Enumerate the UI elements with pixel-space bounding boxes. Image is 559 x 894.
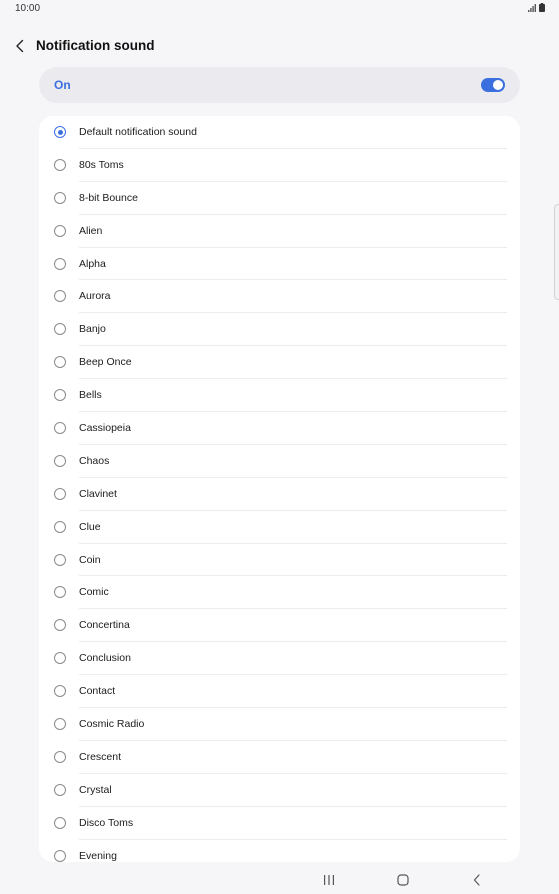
toggle-knob	[493, 80, 503, 90]
sound-item[interactable]: Crystal	[39, 774, 520, 807]
radio-button[interactable]	[54, 422, 66, 435]
sound-item-label: Crystal	[79, 783, 112, 796]
sound-item-label: Aurora	[79, 290, 111, 303]
sound-item-label: Crescent	[79, 750, 122, 763]
sound-item-label: Beep Once	[79, 356, 132, 369]
signal-icon	[528, 3, 536, 12]
sound-item[interactable]: Alpha	[39, 248, 520, 281]
sound-list: Default notification sound 80s Toms 8-bit …	[39, 116, 520, 862]
radio-button[interactable]	[54, 816, 66, 829]
sound-item-label: Alien	[79, 224, 103, 237]
sound-item[interactable]: Clue	[39, 511, 520, 544]
recent-apps-button[interactable]	[321, 872, 337, 888]
sound-item-label: Clavinet	[79, 487, 117, 500]
status-icons	[528, 3, 545, 12]
sound-item[interactable]: Crescent	[39, 741, 520, 774]
sound-item[interactable]: Aurora	[39, 280, 520, 314]
sound-item-label: Bells	[79, 389, 102, 402]
radio-button[interactable]	[54, 126, 66, 138]
sound-item-label: Alpha	[79, 257, 106, 270]
radio-button[interactable]	[54, 520, 66, 533]
sound-item[interactable]: Cosmic Radio	[39, 708, 520, 741]
master-toggle[interactable]	[481, 78, 505, 92]
radio-button[interactable]	[54, 356, 66, 369]
sound-item[interactable]: Chaos	[39, 445, 520, 478]
radio-button[interactable]	[54, 224, 66, 237]
sound-item[interactable]: Contact	[39, 675, 520, 708]
app-bar: Notification sound	[0, 30, 559, 62]
sound-list-card: Default notification sound 80s Toms 8-bit …	[39, 116, 520, 862]
radio-button[interactable]	[54, 750, 66, 763]
sound-item-label: Clue	[79, 520, 101, 533]
radio-button[interactable]	[54, 685, 66, 698]
page-title: Notification sound	[36, 38, 155, 53]
radio-button[interactable]	[54, 290, 66, 303]
sound-item[interactable]: Disco Toms	[39, 807, 520, 840]
sound-item-label: Concertina	[79, 619, 130, 632]
master-switch-row[interactable]: On	[39, 67, 520, 103]
radio-button[interactable]	[54, 323, 66, 336]
sound-item-label: Default notification sound	[79, 126, 197, 138]
sound-item-label: Contact	[79, 685, 116, 698]
sound-item-label: Banjo	[79, 323, 106, 336]
sound-item[interactable]: Coin	[39, 544, 520, 577]
sound-item[interactable]: Default notification sound	[39, 116, 520, 149]
radio-button[interactable]	[54, 257, 66, 270]
nav-back-button[interactable]	[469, 872, 485, 888]
back-button[interactable]	[10, 36, 30, 56]
status-bar: 10:00	[0, 0, 559, 18]
radio-button[interactable]	[54, 783, 66, 796]
sound-item-label: Chaos	[79, 454, 110, 467]
sound-item[interactable]: Conclusion	[39, 642, 520, 676]
sound-item[interactable]: Clavinet	[39, 478, 520, 511]
back-icon	[473, 874, 480, 886]
sound-item-label: Comic	[79, 586, 109, 599]
radio-button[interactable]	[54, 389, 66, 402]
sound-item-label: Evening	[79, 849, 117, 862]
radio-button[interactable]	[54, 849, 66, 862]
sound-item[interactable]: Comic	[39, 576, 520, 610]
sound-item-label: 8-bit Bounce	[79, 191, 138, 204]
sound-item[interactable]: Cassiopeia	[39, 412, 520, 445]
home-icon	[397, 874, 409, 886]
battery-icon	[539, 3, 545, 12]
recent-apps-icon	[324, 875, 334, 885]
radio-button[interactable]	[54, 652, 66, 665]
sound-item-label: 80s Toms	[79, 158, 124, 171]
radio-button[interactable]	[54, 586, 66, 599]
sound-item-label: Cassiopeia	[79, 422, 131, 435]
sound-item-label: Coin	[79, 553, 101, 566]
home-button[interactable]	[395, 872, 411, 888]
sound-item[interactable]: Bells	[39, 379, 520, 412]
sound-item[interactable]: Evening	[39, 840, 520, 862]
sound-item[interactable]: 80s Toms	[39, 149, 520, 182]
chevron-left-icon	[16, 39, 24, 53]
status-time: 10:00	[15, 3, 41, 14]
edge-panel-handle[interactable]	[554, 204, 559, 300]
sound-item[interactable]: Alien	[39, 215, 520, 248]
sound-item[interactable]: 8-bit Bounce	[39, 182, 520, 215]
radio-button[interactable]	[54, 718, 66, 731]
sound-item[interactable]: Beep Once	[39, 346, 520, 380]
radio-button[interactable]	[54, 487, 66, 500]
radio-button[interactable]	[54, 158, 66, 171]
sound-item[interactable]: Banjo	[39, 313, 520, 347]
radio-button[interactable]	[54, 553, 66, 566]
navigation-bar	[0, 866, 559, 894]
master-switch-label: On	[54, 78, 71, 92]
sound-item-label: Cosmic Radio	[79, 718, 145, 731]
sound-item[interactable]: Concertina	[39, 609, 520, 643]
radio-button[interactable]	[54, 454, 66, 467]
radio-button[interactable]	[54, 619, 66, 632]
sound-item-label: Disco Toms	[79, 816, 134, 829]
radio-button[interactable]	[54, 191, 66, 204]
sound-item-label: Conclusion	[79, 652, 131, 665]
